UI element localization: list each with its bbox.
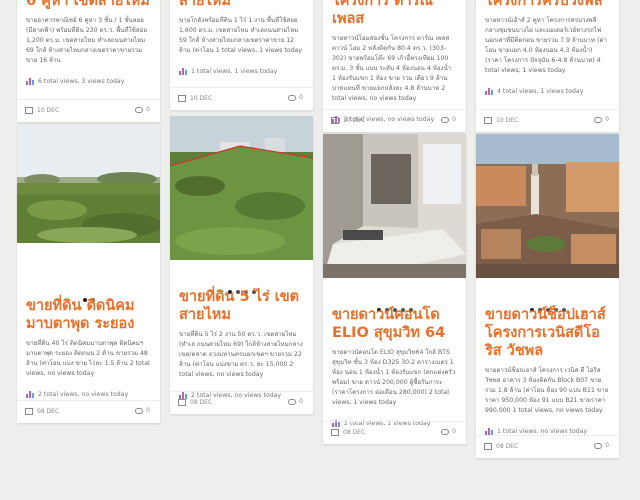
comment-count-value: 0 [452, 428, 456, 435]
comment-count[interactable]: 0 [594, 116, 609, 123]
view-count-text: 4 total views, 1 views today [497, 88, 584, 95]
listing-card[interactable]: ขายที่ดิน ติดนิคม มาบตาพุด ระยอง ขายที่ด… [17, 125, 160, 423]
listing-title[interactable]: ขายที่ดิน ติดนิคม มาบตาพุด ระยอง [26, 297, 151, 333]
comment-count-value: 0 [146, 407, 150, 414]
listing-card[interactable]: 6 คูหา เขตสายไหม ขายอาคารพาณิชย์ 6 คูหา … [17, 0, 160, 122]
listing-title[interactable]: ขายที่ดิน 5 ไร่ เขต สายไหม [179, 288, 304, 324]
comment-icon [594, 442, 603, 449]
listing-description: ขายดาวน์ช็อปเฮาส์ โครงการ เวนิส ดี โอริส… [485, 367, 609, 414]
view-count: 1 total views, no views today [485, 428, 610, 435]
calendar-icon [331, 429, 339, 436]
listing-title[interactable]: โครงการครบวงพลี [485, 0, 610, 10]
card-footer: 10 DEC 0 [17, 99, 160, 122]
listing-card[interactable]: สายไหม ขายโกดังพร้อมที่ดิน 1 ไร่ 1 งาน พ… [170, 0, 313, 110]
view-count-text: 2 total views, no views today [38, 391, 129, 398]
listing-description: ขายทาวน์โฮมสองชั้น โครงการ ดาร์ณ เพลส ดา… [332, 35, 452, 102]
calendar-icon [484, 117, 492, 124]
comment-count-value: 0 [452, 116, 456, 123]
stats-icon [26, 78, 34, 85]
comment-count[interactable]: 0 [288, 94, 303, 101]
listing-description: ขายโกดังพร้อมที่ดิน 1 ไร่ 1 งาน พื้นที่ใ… [179, 17, 303, 54]
view-count: 2 total views, no views today [26, 391, 151, 398]
comment-icon [288, 94, 297, 101]
listing-title[interactable]: 6 คูหา เขตสายไหม [26, 0, 151, 10]
view-count-text: 1 total views, 1 views today [191, 68, 278, 75]
card-footer: 10 DEC 0 [170, 87, 313, 110]
calendar-icon [178, 399, 186, 406]
view-count-text: 1 total views, no views today [497, 428, 588, 435]
card-footer: 08 DEC 0 [323, 421, 466, 444]
stats-icon [485, 88, 493, 95]
shophouse-photo [476, 134, 619, 278]
land-photo [170, 116, 313, 260]
comment-count[interactable]: 0 [135, 407, 150, 414]
comment-count-value: 0 [605, 442, 609, 449]
listing-title[interactable]: ขายดาวน์คอนโด ELIO สุขุมวิท 64 [332, 306, 457, 342]
comment-count-value: 0 [299, 94, 303, 101]
listing-description: ขายที่ดิน 5 ไร่ 2 งาน 50 ตร.ว. เขตสายไหม… [179, 331, 303, 378]
post-date: 08 DEC [37, 408, 60, 415]
listing-card[interactable]: ขายดาวน์คอนโด ELIO สุขุมวิท 64 ขายดาวน์ค… [323, 134, 466, 444]
comment-count-value: 0 [299, 398, 303, 405]
comment-icon [135, 407, 144, 414]
card-footer: 08 DEC 0 [476, 435, 619, 458]
comment-count[interactable]: 0 [288, 398, 303, 405]
listing-photo[interactable] [170, 116, 313, 260]
listing-title[interactable]: ขายดาวน์ช็อปเฮาส์ โครงการเวนิสดีโอริส วั… [485, 306, 610, 360]
comment-icon [441, 116, 450, 123]
comment-icon [441, 428, 450, 435]
listing-description: ขายทาวน์เฮ้าส์ 2 คูหา โครงการครบวงพลี กล… [485, 17, 607, 74]
card-footer: 08 DEC 0 [170, 391, 313, 414]
comment-count-value: 0 [605, 116, 609, 123]
post-date: 08 DEC [343, 429, 366, 436]
calendar-icon [484, 443, 492, 450]
post-date: 10 DEC [37, 107, 60, 114]
view-count-text: 6 total views, 3 views today [38, 78, 125, 85]
listing-title[interactable]: สายไหม [179, 0, 304, 10]
comment-icon [135, 106, 144, 113]
comment-count-value: 0 [146, 106, 150, 113]
post-date: 10 DEC [496, 117, 519, 124]
card-footer: 10 DEC 0 [476, 109, 619, 132]
listing-card[interactable]: โครงการครบวงพลี ขายทาวน์เฮ้าส์ 2 คูหา โค… [476, 0, 619, 132]
listing-photo[interactable] [323, 134, 466, 278]
bedroom-photo [323, 134, 466, 278]
view-count: 6 total views, 3 views today [26, 78, 151, 85]
listing-card[interactable]: โครงการ ดาร์ณเพลส ขายทาวน์โฮมสองชั้น โคร… [323, 0, 466, 132]
view-count: 4 total views, 1 views today [485, 88, 610, 95]
calendar-icon [331, 117, 339, 124]
listing-title[interactable]: โครงการ ดาร์ณเพลส [332, 0, 457, 28]
post-date: 10 DEC [343, 117, 366, 124]
stats-icon [179, 68, 187, 75]
listing-description: ขายดาวน์คอนโด ELIO สุขุมวิท64 ใกล้ BTS ส… [332, 349, 456, 406]
listing-photo[interactable] [476, 134, 619, 278]
card-footer: 10 DEC 0 [323, 109, 466, 132]
calendar-icon [25, 107, 33, 114]
view-count: 1 total views, 1 views today [179, 68, 304, 75]
listing-description: ขายอาคารพาณิชย์ 6 คูหา 3 ชั้น / 1 ชั้นลอ… [26, 17, 147, 64]
card-footer: 08 DEC 0 [17, 400, 160, 423]
post-date: 08 DEC [496, 443, 519, 450]
stats-icon [485, 428, 493, 435]
comment-count[interactable]: 0 [441, 428, 456, 435]
comment-icon [288, 398, 297, 405]
listing-photo[interactable] [17, 125, 160, 243]
comment-count[interactable]: 0 [441, 116, 456, 123]
calendar-icon [178, 95, 186, 102]
stats-icon [26, 391, 34, 398]
comment-count[interactable]: 0 [594, 442, 609, 449]
comment-count[interactable]: 0 [135, 106, 150, 113]
listing-card[interactable]: ขายที่ดิน 5 ไร่ เขต สายไหม ขายที่ดิน 5 ไ… [170, 116, 313, 414]
field-photo [17, 125, 160, 243]
listing-description: ขายที่ดิน 40 ไร่ ติดนิคมมาบตาพุด ติดนิคม… [26, 340, 150, 377]
post-date: 08 DEC [190, 399, 213, 406]
post-date: 10 DEC [190, 95, 213, 102]
calendar-icon [25, 408, 33, 415]
comment-icon [594, 116, 603, 123]
listing-card[interactable]: ขายดาวน์ช็อปเฮาส์ โครงการเวนิสดีโอริส วั… [476, 134, 619, 458]
